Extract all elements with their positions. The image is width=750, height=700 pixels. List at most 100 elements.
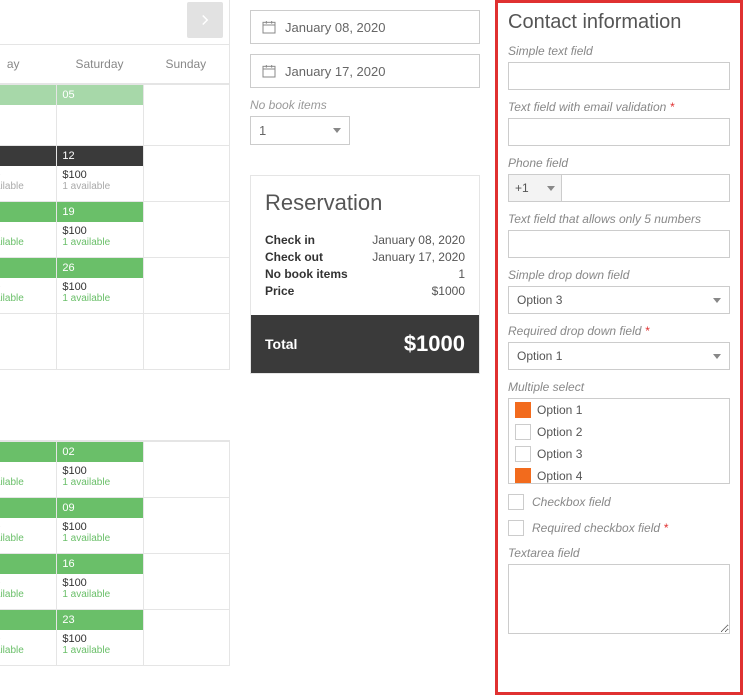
cell-availability: 1 available <box>0 181 51 192</box>
contact-title: Contact information <box>508 11 730 34</box>
dropdown-value: Option 3 <box>517 293 562 307</box>
dayname: Sunday <box>143 45 229 83</box>
option-label: Option 2 <box>537 425 582 439</box>
cell-day: 16 <box>57 554 142 574</box>
calendar-cell[interactable]: 26$1001 available <box>57 257 143 313</box>
calendar-icon <box>261 63 277 79</box>
simple-dropdown[interactable]: Option 3 <box>508 286 730 314</box>
calendar-cell[interactable]: 05 <box>57 84 143 145</box>
simple-text-label: Simple text field <box>508 44 730 58</box>
calendar-cell[interactable]: 09 $1001 available <box>57 497 143 553</box>
reservation-panel: Reservation Check inJanuary 08, 2020 Che… <box>250 175 480 374</box>
calendar-grid-1: 040511$1001 available12$1001 available18… <box>0 84 230 370</box>
reservation-title: Reservation <box>251 176 479 222</box>
cell-price: $100 <box>62 521 137 533</box>
calendar-cell[interactable]: 01$1001 available <box>0 441 57 497</box>
calendar-daynames: ay Saturday Sunday <box>0 45 230 84</box>
calendar-cell <box>57 313 143 369</box>
calendar-cell[interactable]: 25$1001 available <box>0 257 57 313</box>
checkbox-icon <box>515 468 531 484</box>
cell-day: 18 <box>0 202 56 222</box>
calendar-cell[interactable]: 12$1001 available <box>57 145 143 201</box>
cell-day: 11 <box>0 146 56 166</box>
multi-select-option[interactable]: Option 2 <box>509 421 729 443</box>
checkbox-label: Checkbox field <box>532 495 611 509</box>
calendar-cell[interactable]: 16 $1001 available <box>57 553 143 609</box>
cell-day: 09 <box>57 498 142 518</box>
cell-availability: 1 available <box>0 533 51 544</box>
cell-day: 22 <box>0 610 56 630</box>
checkin-date-picker[interactable]: January 08, 2020 <box>250 10 480 44</box>
calendar-cell <box>144 441 229 497</box>
checkbox-field[interactable] <box>508 494 524 510</box>
multi-select[interactable]: Option 1Option 2Option 3Option 4Option 5 <box>508 398 730 484</box>
price-label: Price <box>265 284 294 298</box>
cell-availability: 1 available <box>62 589 137 600</box>
textarea-label: Textarea field <box>508 546 730 560</box>
calendar-cell <box>144 313 229 369</box>
dayname: ay <box>0 45 56 83</box>
cell-day: 19 <box>57 202 142 222</box>
calendar-cell[interactable]: 02$1001 available <box>57 441 143 497</box>
cell-availability: 1 available <box>0 589 51 600</box>
required-dropdown[interactable]: Option 1 <box>508 342 730 370</box>
calendar-cell[interactable]: 15 $1001 available <box>0 553 57 609</box>
cell-availability: 1 available <box>0 645 51 656</box>
cell-price: $100 <box>62 577 137 589</box>
cell-price: $100 <box>62 633 137 645</box>
phone-country-value: +1 <box>515 181 529 195</box>
cell-day: 15 <box>0 554 56 574</box>
cell-price: $100 <box>0 225 51 237</box>
calendar-cell[interactable]: 22$1001 available <box>0 609 57 665</box>
calendar-cell[interactable]: 18$1001 available <box>0 201 57 257</box>
cell-availability: 1 available <box>62 181 137 192</box>
textarea-input[interactable] <box>508 564 730 634</box>
booking-column: January 08, 2020 January 17, 2020 No boo… <box>250 0 480 374</box>
calendar-cell <box>144 609 229 665</box>
req-checkbox-label: Required checkbox field * <box>532 521 668 535</box>
multi-select-option[interactable]: Option 4 <box>509 465 729 484</box>
calendar-cell[interactable]: 19$1001 available <box>57 201 143 257</box>
option-label: Option 4 <box>537 469 582 483</box>
cell-day: 05 <box>57 85 142 105</box>
checkout-value: January 17, 2020 <box>372 250 465 264</box>
multi-select-option[interactable]: Option 3 <box>509 443 729 465</box>
nobook-items-value: 1 <box>259 123 266 138</box>
cell-day: 12 <box>57 146 142 166</box>
checkin-label: Check in <box>265 233 315 247</box>
option-label: Option 1 <box>537 403 582 417</box>
cell-day: 01 <box>0 442 56 462</box>
calendar-next-button[interactable] <box>187 2 223 38</box>
cell-availability: 1 available <box>62 293 137 304</box>
phone-input[interactable] <box>562 174 730 202</box>
total-label: Total <box>265 336 297 352</box>
cell-day: 08 <box>0 498 56 518</box>
checkout-date-picker[interactable]: January 17, 2020 <box>250 54 480 88</box>
checkout-label: Check out <box>265 250 323 264</box>
cell-availability: 1 available <box>62 533 137 544</box>
cell-availability: 1 available <box>0 477 51 488</box>
cell-price: $100 <box>0 577 51 589</box>
required-checkbox-field[interactable] <box>508 520 524 536</box>
cell-availability: 1 available <box>62 645 137 656</box>
phone-country-select[interactable]: +1 <box>508 174 562 202</box>
cell-availability: 1 available <box>62 237 137 248</box>
calendar-cell[interactable]: 08$1001 available <box>0 497 57 553</box>
simple-text-input[interactable] <box>508 62 730 90</box>
calendar-cell[interactable]: 04 <box>0 84 57 145</box>
email-label: Text field with email validation * <box>508 100 730 114</box>
calendar-cell[interactable]: 11$1001 available <box>0 145 57 201</box>
calendar-cell[interactable]: 23$1001 available <box>57 609 143 665</box>
reservation-total: Total $1000 <box>251 315 479 373</box>
checkbox-icon <box>515 402 531 418</box>
checkbox-icon <box>515 446 531 462</box>
email-input[interactable] <box>508 118 730 146</box>
multi-select-option[interactable]: Option 1 <box>509 399 729 421</box>
req-dropdown-label: Required drop down field * <box>508 324 730 338</box>
cell-price: $100 <box>0 281 51 293</box>
numbers-input[interactable] <box>508 230 730 258</box>
chevron-right-icon <box>196 11 214 29</box>
option-label: Option 3 <box>537 447 582 461</box>
cell-day: 04 <box>0 85 56 105</box>
nobook-items-select[interactable]: 1 <box>250 116 350 145</box>
